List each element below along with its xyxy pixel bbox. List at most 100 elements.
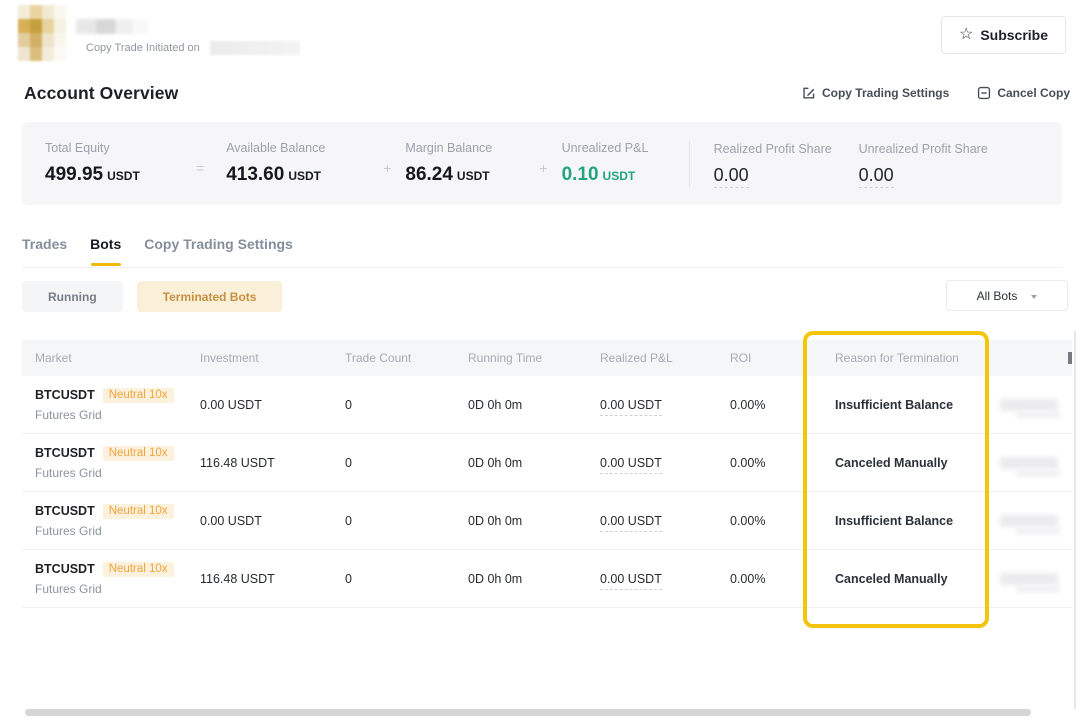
cancel-copy-label: Cancel Copy — [997, 86, 1070, 100]
subscribe-label: Subscribe — [980, 27, 1048, 43]
running-time-value: 0D 0h 0m — [468, 398, 522, 412]
investment-value: 0.00 USDT — [200, 398, 262, 412]
investment-value: 116.48 USDT — [200, 456, 275, 470]
market-symbol: BTCUSDT — [35, 504, 95, 518]
running-time-value: 0D 0h 0m — [468, 572, 522, 586]
col-reason: Reason for Termination — [835, 351, 1010, 365]
account-stats-bar: Total Equity 499.95 USDT = Available Bala… — [22, 122, 1062, 205]
running-time-value: 0D 0h 0m — [468, 514, 522, 528]
stat-total-equity: Total Equity 499.95 USDT — [45, 141, 190, 186]
col-market: Market — [22, 351, 200, 365]
copy-trading-settings-label: Copy Trading Settings — [822, 86, 949, 100]
realized-pnl-value: 0.00 USDT — [600, 398, 662, 416]
realized-profit-share-label: Realized Profit Share — [714, 142, 859, 156]
plus-sign: + — [381, 160, 405, 176]
realized-pnl-value: 0.00 USDT — [600, 572, 662, 590]
roi-value: 0.00% — [730, 514, 765, 528]
overview-actions: Copy Trading Settings Cancel Copy — [802, 86, 1070, 100]
chevron-down-icon — [1031, 295, 1037, 299]
trade-count-value: 0 — [345, 514, 352, 528]
investment-value: 116.48 USDT — [200, 572, 275, 586]
tab-trades[interactable]: Trades — [22, 236, 67, 266]
clipped-column-edge — [1068, 352, 1072, 364]
termination-reason: Insufficient Balance — [835, 398, 953, 412]
page-title: Account Overview — [24, 83, 178, 104]
stat-margin-balance: Margin Balance 86.24USDT — [405, 141, 537, 186]
leverage-badge: Neutral 10x — [103, 446, 174, 461]
market-cell: BTCUSDTNeutral 10x Futures Grid — [22, 504, 200, 538]
minus-square-icon — [977, 86, 991, 100]
cancel-copy-link[interactable]: Cancel Copy — [977, 86, 1070, 100]
investment-value: 0.00 USDT — [200, 514, 262, 528]
total-equity-value: 499.95 — [45, 164, 103, 185]
available-balance-value: 413.60 — [226, 164, 284, 185]
unrealized-pnl-value: 0.10 — [562, 164, 599, 185]
subscribe-button[interactable]: ☆ Subscribe — [941, 16, 1066, 54]
edit-icon — [802, 86, 816, 100]
copy-trade-initiated-row: Copy Trade Initiated on — [86, 41, 300, 55]
leverage-badge: Neutral 10x — [103, 562, 174, 577]
equals-sign: = — [190, 160, 226, 176]
market-cell: BTCUSDTNeutral 10x Futures Grid — [22, 388, 200, 422]
copy-trading-page: Copy Trade Initiated on ☆ Subscribe Acco… — [0, 0, 1084, 726]
table-row: BTCUSDTNeutral 10x Futures Grid 0.00 USD… — [22, 492, 1072, 550]
market-cell: BTCUSDT Neutral 10x Futures Grid — [22, 446, 200, 480]
terminated-bots-filter-button[interactable]: Terminated Bots — [137, 281, 283, 312]
roi-value: 0.00% — [730, 456, 765, 470]
total-equity-label: Total Equity — [45, 141, 190, 155]
main-tabs: Trades Bots Copy Trading Settings — [22, 236, 293, 266]
margin-balance-label: Margin Balance — [405, 141, 537, 155]
stat-available-balance: Available Balance 413.60USDT — [226, 141, 381, 186]
total-equity-unit: USDT — [107, 169, 140, 183]
trade-count-value: 0 — [345, 456, 352, 470]
available-balance-label: Available Balance — [226, 141, 381, 155]
margin-balance-unit: USDT — [457, 169, 490, 183]
market-symbol: BTCUSDT — [35, 388, 95, 402]
table-header-row: Market Investment Trade Count Running Ti… — [22, 340, 1072, 376]
strategy-type: Futures Grid — [35, 582, 200, 596]
tab-copy-trading-settings[interactable]: Copy Trading Settings — [144, 236, 293, 266]
table-right-border — [1074, 331, 1076, 709]
col-investment: Investment — [200, 351, 345, 365]
star-icon: ☆ — [959, 24, 973, 44]
all-bots-dropdown[interactable]: All Bots — [946, 280, 1068, 311]
col-running-time: Running Time — [468, 351, 600, 365]
table-row: BTCUSDT Neutral 10x Futures Grid 116.48 U… — [22, 434, 1072, 492]
running-time-value: 0D 0h 0m — [468, 456, 522, 470]
market-symbol: BTCUSDT — [35, 446, 95, 460]
stat-unrealized-pnl: Unrealized P&L 0.10USDT — [562, 141, 687, 186]
termination-reason: Canceled Manually — [835, 572, 948, 586]
copy-trading-settings-link[interactable]: Copy Trading Settings — [802, 86, 949, 100]
termination-reason: Canceled Manually — [835, 456, 948, 470]
col-realized-pnl: Realized P&L — [600, 351, 730, 365]
trader-name-redacted — [76, 19, 148, 34]
tabs-divider — [22, 267, 1062, 268]
all-bots-selected-value: All Bots — [977, 289, 1018, 303]
initiated-label: Copy Trade Initiated on — [86, 42, 200, 54]
strategy-type: Futures Grid — [35, 466, 200, 480]
stat-unrealized-profit-share: Unrealized Profit Share 0.00 — [859, 142, 1019, 186]
bot-state-filters: Running Terminated Bots — [22, 281, 282, 312]
table-row: BTCUSDTNeutral 10x Futures Grid 116.48 U… — [22, 550, 1072, 608]
horizontal-scrollbar[interactable] — [25, 709, 1031, 716]
market-cell: BTCUSDTNeutral 10x Futures Grid — [22, 562, 200, 596]
roi-value: 0.00% — [730, 572, 765, 586]
plus-sign: + — [537, 160, 561, 176]
table-row: BTCUSDTNeutral 10x Futures Grid 0.00 USD… — [22, 376, 1072, 434]
roi-value: 0.00% — [730, 398, 765, 412]
trade-count-value: 0 — [345, 398, 352, 412]
tab-bots[interactable]: Bots — [90, 236, 121, 266]
initiated-date-redacted — [210, 41, 300, 55]
realized-pnl-value: 0.00 USDT — [600, 456, 662, 474]
trade-count-value: 0 — [345, 572, 352, 586]
realized-profit-share-value: 0.00 — [714, 165, 749, 188]
stat-realized-profit-share: Realized Profit Share 0.00 — [714, 142, 859, 186]
realized-pnl-value: 0.00 USDT — [600, 514, 662, 532]
termination-reason: Insufficient Balance — [835, 514, 953, 528]
unrealized-pnl-unit: USDT — [603, 169, 636, 183]
col-trade-count: Trade Count — [345, 351, 468, 365]
col-roi: ROI — [730, 351, 835, 365]
running-filter-button[interactable]: Running — [22, 281, 123, 312]
terminated-bots-table: Market Investment Trade Count Running Ti… — [22, 340, 1072, 608]
leverage-badge: Neutral 10x — [103, 504, 174, 519]
